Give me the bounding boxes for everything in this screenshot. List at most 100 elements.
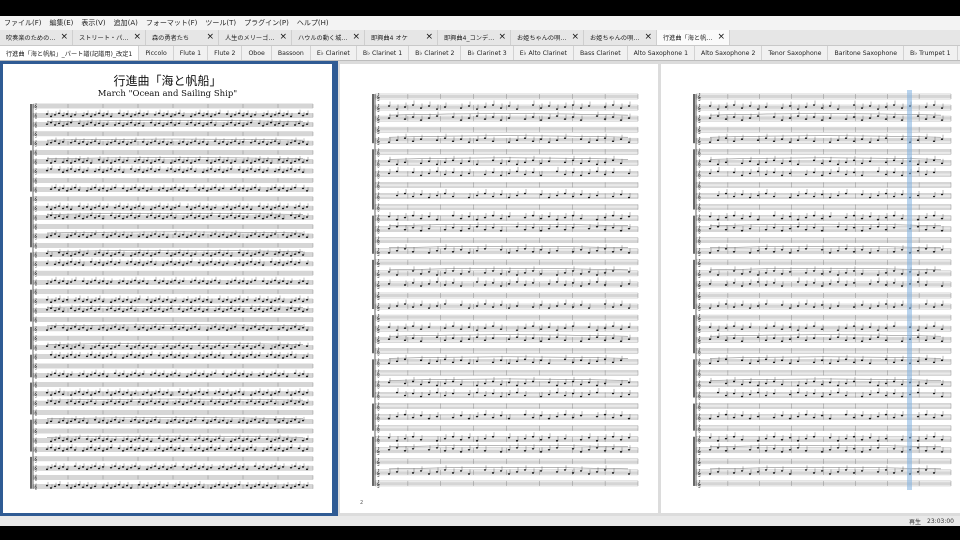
close-icon[interactable]: × bbox=[644, 33, 652, 42]
close-icon[interactable]: × bbox=[571, 33, 579, 42]
score-tab-1[interactable]: ストリート・パフォーマーズ・マーチ× bbox=[73, 30, 146, 45]
menu-item-0[interactable]: ファイル(F) bbox=[0, 18, 46, 28]
page-number: 2 bbox=[360, 500, 364, 506]
staff: 𝄞 bbox=[695, 244, 952, 257]
close-icon[interactable]: × bbox=[279, 33, 287, 42]
staff: 𝄞 bbox=[695, 432, 952, 445]
score-tab-3[interactable]: 人生のメリーゴーランド× bbox=[219, 30, 292, 45]
svg-text:𝄞: 𝄞 bbox=[376, 346, 380, 356]
staff: 𝄞 bbox=[374, 189, 639, 202]
close-icon[interactable]: × bbox=[498, 33, 506, 42]
staff: 𝄞 bbox=[32, 130, 314, 138]
staff: 𝄞 bbox=[374, 368, 639, 378]
staff: 𝄞 bbox=[695, 291, 952, 301]
staff: 𝄞 bbox=[374, 346, 639, 356]
close-icon[interactable]: × bbox=[60, 33, 68, 42]
close-icon[interactable]: × bbox=[206, 33, 214, 42]
svg-text:𝄞: 𝄞 bbox=[376, 357, 380, 367]
staff: 𝄞 bbox=[695, 133, 952, 146]
playback-time: 23:03:00 bbox=[927, 517, 954, 525]
close-icon[interactable]: × bbox=[717, 33, 725, 42]
part-tab-8[interactable]: B♭ Clarinet 2 bbox=[409, 46, 462, 60]
menu-item-5[interactable]: ツール(T) bbox=[201, 18, 240, 28]
part-tab-15[interactable]: Baritone Saxophone bbox=[828, 46, 905, 60]
staff: 𝄞 bbox=[695, 147, 952, 157]
staff: 𝄞 bbox=[374, 244, 639, 257]
score-page-2-staves: 𝄞𝄞𝄞𝄞𝄞𝄞𝄞𝄞𝄞𝄞𝄞𝄞𝄞𝄞𝄞𝄞𝄞𝄞𝄞𝄞𝄞𝄞𝄞𝄞𝄞𝄞𝄞𝄞𝄞𝄞𝄞𝄞𝄞𝄞𝄞𝄞 bbox=[372, 92, 639, 489]
svg-text:𝄞: 𝄞 bbox=[376, 269, 380, 279]
staff: 𝄞 bbox=[32, 118, 314, 129]
part-tab-16[interactable]: B♭ Trumpet 1 bbox=[904, 46, 958, 60]
staff: 𝄞 bbox=[374, 432, 639, 445]
staff: 𝄞 bbox=[32, 165, 314, 175]
part-tab-5[interactable]: Bassoon bbox=[272, 46, 311, 60]
staff: 𝄞 bbox=[32, 109, 314, 119]
score-workspace[interactable]: 行進曲「海と帆船」 March "Ocean and Sailing Ship"… bbox=[0, 61, 960, 516]
close-icon[interactable]: × bbox=[352, 33, 360, 42]
staff: 𝄞 bbox=[32, 269, 314, 277]
part-tab-14[interactable]: Tenor Saxophone bbox=[762, 46, 829, 60]
close-icon[interactable]: × bbox=[425, 33, 433, 42]
staff: 𝄞 bbox=[32, 408, 314, 416]
staff: 𝄞 bbox=[695, 354, 952, 367]
staff: 𝄞 bbox=[32, 295, 314, 305]
score-page-3[interactable]: 𝄞 𝄞 𝄞 𝄞 𝄞 𝄞 𝄞 𝄞 𝄞 𝄞 𝄞 𝄞 𝄞 𝄞 𝄞 𝄞 𝄞 𝄞 𝄞 𝄞 𝄞 𝄞 𝄞 𝄞 𝄞 𝄞 𝄞 𝄞 𝄞 𝄞 𝄞 𝄞 𝄞 𝄞 𝄞 𝄞 bbox=[661, 64, 960, 513]
playback-cursor bbox=[907, 90, 912, 490]
part-tab-9[interactable]: B♭ Clarinet 3 bbox=[461, 46, 514, 60]
part-tab-1[interactable]: Piccolo bbox=[139, 46, 174, 60]
part-tab-12[interactable]: Alto Saxophone 1 bbox=[628, 46, 696, 60]
menu-item-7[interactable]: ヘルプ(H) bbox=[293, 18, 333, 28]
part-tab-10[interactable]: E♭ Alto Clarinet bbox=[514, 46, 574, 60]
staff: 𝄞 bbox=[32, 223, 314, 231]
score-tab-8[interactable]: お姫ちゃんの唄_鮎土節の主題による変奏曲_吹奏楽× bbox=[584, 30, 657, 45]
part-tab-11[interactable]: Bass Clarinet bbox=[574, 46, 628, 60]
part-tab-13[interactable]: Alto Saxophone 2 bbox=[695, 46, 763, 60]
menu-item-2[interactable]: 表示(V) bbox=[77, 18, 109, 28]
staff: 𝄞 bbox=[374, 291, 639, 301]
staff: 𝄞 bbox=[695, 346, 952, 356]
staff: 𝄞 bbox=[32, 156, 314, 166]
score-page-2[interactable]: 𝄞 𝄞 𝄞 𝄞 𝄞 𝄞 𝄞 𝄞 𝄞 𝄞 𝄞 𝄞 𝄞 𝄞 𝄞 𝄞 𝄞 𝄞 𝄞 𝄞 𝄞 𝄞 𝄞 𝄞 𝄞 𝄞 𝄞 𝄞 𝄞 𝄞 𝄞 𝄞 𝄞 𝄞 𝄞 𝄞 2 bbox=[340, 64, 658, 513]
score-tab-4[interactable]: ハウルの動く城メドレー× bbox=[292, 30, 365, 45]
score-tab-label: ストリート・パフォーマーズ・マーチ bbox=[79, 35, 130, 42]
part-tab-2[interactable]: Flute 1 bbox=[174, 46, 209, 60]
staff: 𝄞 bbox=[695, 443, 952, 456]
staff: 𝄞 bbox=[374, 147, 639, 157]
staff: 𝄞 bbox=[32, 241, 314, 249]
staff: 𝄞 bbox=[32, 258, 314, 268]
staff: 𝄞 bbox=[374, 222, 639, 235]
score-tab-label: ハウルの動く城メドレー bbox=[298, 35, 349, 42]
part-tab-3[interactable]: Flute 2 bbox=[208, 46, 243, 60]
staff: 𝄞 bbox=[374, 203, 639, 213]
part-tab-4[interactable]: Oboe bbox=[242, 46, 272, 60]
staff: 𝄞 bbox=[695, 236, 952, 246]
staff: 𝄞 bbox=[374, 155, 639, 168]
svg-text:𝄞: 𝄞 bbox=[376, 247, 380, 257]
score-tab-6[interactable]: 即興曲4_コンデンス × bbox=[438, 30, 511, 45]
staff: 𝄞 bbox=[374, 424, 639, 434]
menu-item-3[interactable]: 追加(A) bbox=[110, 18, 142, 28]
score-tab-label: 人生のメリーゴーランド bbox=[225, 35, 276, 42]
menu-item-6[interactable]: プラグイン(P) bbox=[240, 18, 293, 28]
score-page-1-staves: 𝄞𝄞𝄞𝄞𝄞𝄞𝄞𝄞𝄞𝄞𝄞𝄞𝄞𝄞𝄞𝄞𝄞𝄞𝄞𝄞𝄞𝄞𝄞𝄞𝄞𝄞𝄞𝄞𝄞𝄞𝄞𝄞𝄞𝄞𝄞𝄞𝄞𝄞𝄞𝄞… bbox=[30, 102, 314, 491]
score-tab-5[interactable]: 即興曲4 オケ × bbox=[365, 30, 438, 45]
part-tab-7[interactable]: B♭ Clarinet 1 bbox=[357, 46, 410, 60]
score-page-1[interactable]: 行進曲「海と帆船」 March "Ocean and Sailing Ship"… bbox=[3, 64, 332, 513]
staff: 𝄞 bbox=[32, 248, 314, 259]
score-tab-0[interactable]: 吹奏楽のための「風之舞」× bbox=[0, 30, 73, 45]
close-icon[interactable]: × bbox=[133, 33, 141, 42]
staff: 𝄞 bbox=[374, 100, 639, 113]
score-tab-label: 行進曲「海と帆船」_パート譜(記譜用)_改定1 bbox=[663, 35, 714, 42]
part-tab-6[interactable]: E♭ Clarinet bbox=[311, 46, 357, 60]
staff: 𝄞 bbox=[32, 369, 314, 379]
staff: 𝄞 bbox=[695, 155, 952, 168]
part-tab-0[interactable]: 行進曲「海と帆船」_パート譜(記譜用)_改定1 bbox=[0, 46, 140, 60]
score-tab-7[interactable]: お姫ちゃんの唄_鮎土節の主題による変奏曲_コンデンス× bbox=[511, 30, 584, 45]
menu-item-4[interactable]: フォーマット(F) bbox=[142, 18, 202, 28]
staff: 𝄞 bbox=[374, 402, 639, 412]
score-tab-2[interactable]: 森の勇者たち × bbox=[146, 30, 219, 45]
menu-item-1[interactable]: 編集(E) bbox=[46, 18, 78, 28]
staff: 𝄞 bbox=[695, 111, 952, 124]
score-tab-9[interactable]: 行進曲「海と帆船」_パート譜(記譜用)_改定1× bbox=[657, 30, 730, 45]
staff: 𝄞 bbox=[32, 183, 314, 194]
